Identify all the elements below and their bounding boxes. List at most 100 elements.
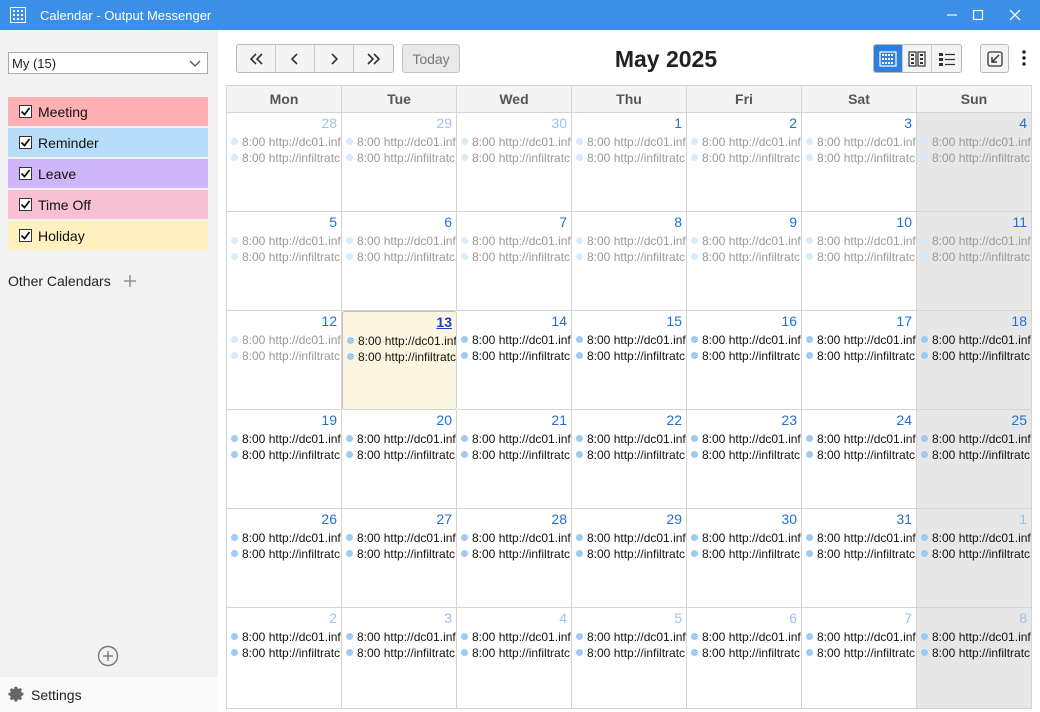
calendar-item-holiday[interactable]: Holiday xyxy=(8,221,208,250)
day-cell[interactable]: 1 8:00 http://dc01.inf 8:00 http://infiltr… xyxy=(917,509,1032,608)
calendar-event[interactable]: 8:00 http://dc01.inf xyxy=(461,530,571,545)
calendar-event[interactable]: 8:00 http://infiltratc xyxy=(346,150,455,165)
day-cell[interactable]: 3 8:00 http://dc01.inf 8:00 http://infiltr… xyxy=(342,608,457,709)
day-number[interactable]: 16 xyxy=(781,313,797,329)
more-options-button[interactable] xyxy=(1016,46,1032,70)
day-number[interactable]: 30 xyxy=(781,511,797,527)
calendar-event[interactable]: 8:00 http://dc01.inf xyxy=(691,233,801,248)
day-cell[interactable]: 4 8:00 http://dc01.inf 8:00 http://infiltr… xyxy=(457,608,572,709)
day-number[interactable]: 27 xyxy=(436,511,452,527)
day-cell[interactable]: 6 8:00 http://dc01.inf 8:00 http://infiltr… xyxy=(687,608,802,709)
calendar-event[interactable]: 8:00 http://dc01.inf xyxy=(461,233,571,248)
calendar-event[interactable]: 8:00 http://infiltratc xyxy=(806,546,915,561)
calendar-owner-select[interactable]: My (15) xyxy=(8,52,208,74)
day-cell[interactable]: 29 8:00 http://dc01.inf 8:00 http://infilt… xyxy=(342,113,457,212)
next-month-button[interactable] xyxy=(315,45,354,72)
calendar-event[interactable]: 8:00 http://dc01.inf xyxy=(806,530,916,545)
calendar-event[interactable]: 8:00 http://dc01.inf xyxy=(576,134,686,149)
day-cell[interactable]: 30 8:00 http://dc01.inf 8:00 http://infilt… xyxy=(687,509,802,608)
day-number[interactable]: 29 xyxy=(436,115,452,131)
day-cell[interactable]: 13 8:00 http://dc01.inf 8:00 http://infilt… xyxy=(342,311,457,410)
calendar-item-reminder[interactable]: Reminder xyxy=(8,128,208,157)
calendar-event[interactable]: 8:00 http://dc01.inf xyxy=(461,431,571,446)
calendar-event[interactable]: 8:00 http://dc01.inf xyxy=(691,332,801,347)
settings-button[interactable]: Settings xyxy=(0,677,218,712)
day-number[interactable]: 17 xyxy=(896,313,912,329)
day-number[interactable]: 14 xyxy=(551,313,567,329)
day-number[interactable]: 29 xyxy=(666,511,682,527)
day-cell[interactable]: 25 8:00 http://dc01.inf 8:00 http://infilt… xyxy=(917,410,1032,509)
export-button[interactable] xyxy=(980,44,1009,73)
day-cell[interactable]: 24 8:00 http://dc01.inf 8:00 http://infilt… xyxy=(802,410,917,509)
calendar-event[interactable]: 8:00 http://dc01.inf xyxy=(346,233,456,248)
calendar-event[interactable]: 8:00 http://dc01.inf xyxy=(347,333,456,348)
day-number[interactable]: 28 xyxy=(321,115,337,131)
day-cell[interactable]: 3 8:00 http://dc01.inf 8:00 http://infiltr… xyxy=(802,113,917,212)
calendar-event[interactable]: 8:00 http://infiltratc xyxy=(461,447,570,462)
calendar-event[interactable]: 8:00 http://dc01.inf xyxy=(691,134,801,149)
day-number[interactable]: 6 xyxy=(789,610,797,626)
calendar-event[interactable]: 8:00 http://dc01.inf xyxy=(231,233,341,248)
calendar-event[interactable]: 8:00 http://infiltratc xyxy=(576,447,685,462)
calendar-event[interactable]: 8:00 http://infiltratc xyxy=(806,249,915,264)
day-cell[interactable]: 12 8:00 http://dc01.inf 8:00 http://infilt… xyxy=(227,311,342,410)
day-number[interactable]: 4 xyxy=(559,610,567,626)
day-number[interactable]: 7 xyxy=(559,214,567,230)
day-cell[interactable]: 6 8:00 http://dc01.inf 8:00 http://infiltr… xyxy=(342,212,457,311)
day-number[interactable]: 15 xyxy=(666,313,682,329)
calendar-event[interactable]: 8:00 http://dc01.inf xyxy=(806,233,916,248)
calendar-event[interactable]: 8:00 http://dc01.inf xyxy=(231,530,341,545)
calendar-item-time-off[interactable]: Time Off xyxy=(8,190,208,219)
calendar-event[interactable]: 8:00 http://dc01.inf xyxy=(806,431,916,446)
day-cell[interactable]: 16 8:00 http://dc01.inf 8:00 http://infilt… xyxy=(687,311,802,410)
calendar-event[interactable]: 8:00 http://dc01.inf xyxy=(691,629,801,644)
calendar-event[interactable]: 8:00 http://infiltratc xyxy=(346,546,455,561)
calendar-event[interactable]: 8:00 http://infiltratc xyxy=(806,447,915,462)
calendar-item-leave[interactable]: Leave xyxy=(8,159,208,188)
day-cell[interactable]: 5 8:00 http://dc01.inf 8:00 http://infiltr… xyxy=(572,608,687,709)
calendar-event[interactable]: 8:00 http://dc01.inf xyxy=(921,233,1031,248)
day-cell[interactable]: 31 8:00 http://dc01.inf 8:00 http://infilt… xyxy=(802,509,917,608)
day-number[interactable]: 2 xyxy=(329,610,337,626)
day-number[interactable]: 4 xyxy=(1019,115,1027,131)
maximize-button[interactable] xyxy=(961,0,995,30)
calendar-event[interactable]: 8:00 http://infiltratc xyxy=(806,150,915,165)
day-number[interactable]: 26 xyxy=(321,511,337,527)
calendar-event[interactable]: 8:00 http://infiltratc xyxy=(461,348,570,363)
day-cell[interactable]: 7 8:00 http://dc01.inf 8:00 http://infiltr… xyxy=(802,608,917,709)
calendar-event[interactable]: 8:00 http://dc01.inf xyxy=(346,629,456,644)
calendar-event[interactable]: 8:00 http://infiltratc xyxy=(691,348,800,363)
calendar-event[interactable]: 8:00 http://infiltratc xyxy=(691,447,800,462)
calendar-event[interactable]: 8:00 http://dc01.inf xyxy=(921,431,1031,446)
calendar-event[interactable]: 8:00 http://infiltratc xyxy=(231,249,340,264)
day-cell[interactable]: 1 8:00 http://dc01.inf 8:00 http://infiltr… xyxy=(572,113,687,212)
calendar-event[interactable]: 8:00 http://infiltratc xyxy=(806,645,915,660)
day-cell[interactable]: 9 8:00 http://dc01.inf 8:00 http://infiltr… xyxy=(687,212,802,311)
calendar-event[interactable]: 8:00 http://dc01.inf xyxy=(461,629,571,644)
day-number[interactable]: 31 xyxy=(896,511,912,527)
add-event-button[interactable] xyxy=(97,645,119,667)
calendar-event[interactable]: 8:00 http://infiltratc xyxy=(576,249,685,264)
calendar-event[interactable]: 8:00 http://dc01.inf xyxy=(806,332,916,347)
day-cell[interactable]: 14 8:00 http://dc01.inf 8:00 http://infilt… xyxy=(457,311,572,410)
calendar-event[interactable]: 8:00 http://infiltratc xyxy=(576,348,685,363)
previous-month-button[interactable] xyxy=(276,45,315,72)
day-cell[interactable]: 8 8:00 http://dc01.inf 8:00 http://infiltr… xyxy=(572,212,687,311)
day-cell[interactable]: 26 8:00 http://dc01.inf 8:00 http://infilt… xyxy=(227,509,342,608)
calendar-event[interactable]: 8:00 http://dc01.inf xyxy=(231,134,341,149)
calendar-event[interactable]: 8:00 http://infiltratc xyxy=(346,645,455,660)
calendar-event[interactable]: 8:00 http://infiltratc xyxy=(576,150,685,165)
calendar-event[interactable]: 8:00 http://dc01.inf xyxy=(691,530,801,545)
day-number[interactable]: 30 xyxy=(551,115,567,131)
day-number[interactable]: 23 xyxy=(781,412,797,428)
day-number[interactable]: 1 xyxy=(674,115,682,131)
day-number[interactable]: 5 xyxy=(329,214,337,230)
calendar-event[interactable]: 8:00 http://dc01.inf xyxy=(691,431,801,446)
add-calendar-icon[interactable] xyxy=(123,274,137,288)
calendar-event[interactable]: 8:00 http://infiltratc xyxy=(461,150,570,165)
day-cell[interactable]: 10 8:00 http://dc01.inf 8:00 http://infilt… xyxy=(802,212,917,311)
calendar-event[interactable]: 8:00 http://infiltratc xyxy=(691,150,800,165)
calendar-checkbox[interactable] xyxy=(19,167,32,180)
day-number[interactable]: 7 xyxy=(904,610,912,626)
calendar-event[interactable]: 8:00 http://infiltratc xyxy=(691,546,800,561)
